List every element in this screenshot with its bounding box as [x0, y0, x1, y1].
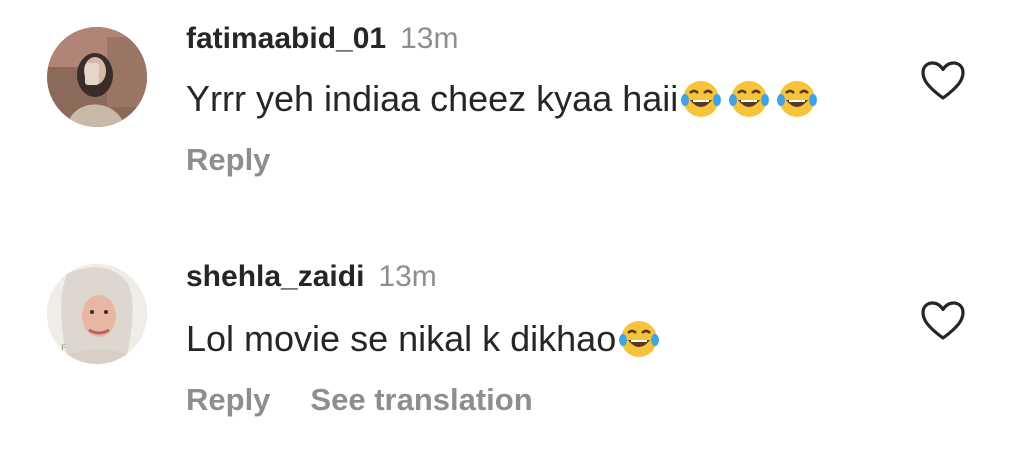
comment-item: F shehla_zaidi 13m Lol movie se nikal k d… [0, 240, 1024, 440]
comment-actions: Reply See translation [186, 382, 573, 418]
username[interactable]: shehla_zaidi [186, 260, 364, 293]
comment-meta: fatimaabid_01 13m [186, 22, 458, 56]
svg-text:F: F [60, 343, 66, 352]
comment-item: fatimaabid_01 13m Yrrr yeh indiaa cheez k… [0, 0, 1024, 200]
heart-outline-icon[interactable] [920, 60, 966, 102]
face-with-tears-of-joy-icon [728, 78, 770, 120]
reply-button[interactable]: Reply [186, 142, 270, 177]
heart-outline-icon[interactable] [920, 300, 966, 342]
emoji-group [680, 78, 824, 120]
comment-body: Yrrr yeh indiaa cheez kyaa haii [186, 78, 679, 119]
emoji-group [618, 318, 666, 360]
reply-button[interactable]: Reply [186, 382, 270, 417]
comment-text: Lol movie se nikal k dikhao [186, 318, 666, 360]
comment-time: 13m [378, 260, 437, 293]
username[interactable]: fatimaabid_01 [186, 22, 386, 55]
face-with-tears-of-joy-icon [680, 78, 722, 120]
comment-body: Lol movie se nikal k dikhao [186, 318, 617, 359]
avatar[interactable] [47, 27, 147, 127]
comment-actions: Reply [186, 142, 310, 178]
see-translation-button[interactable]: See translation [310, 382, 532, 417]
comment-text: Yrrr yeh indiaa cheez kyaa haii [186, 78, 824, 120]
face-with-tears-of-joy-icon [618, 318, 660, 360]
comment-meta: shehla_zaidi 13m [186, 260, 437, 294]
avatar[interactable]: F [47, 264, 147, 364]
comment-time: 13m [400, 22, 459, 55]
face-with-tears-of-joy-icon [776, 78, 818, 120]
